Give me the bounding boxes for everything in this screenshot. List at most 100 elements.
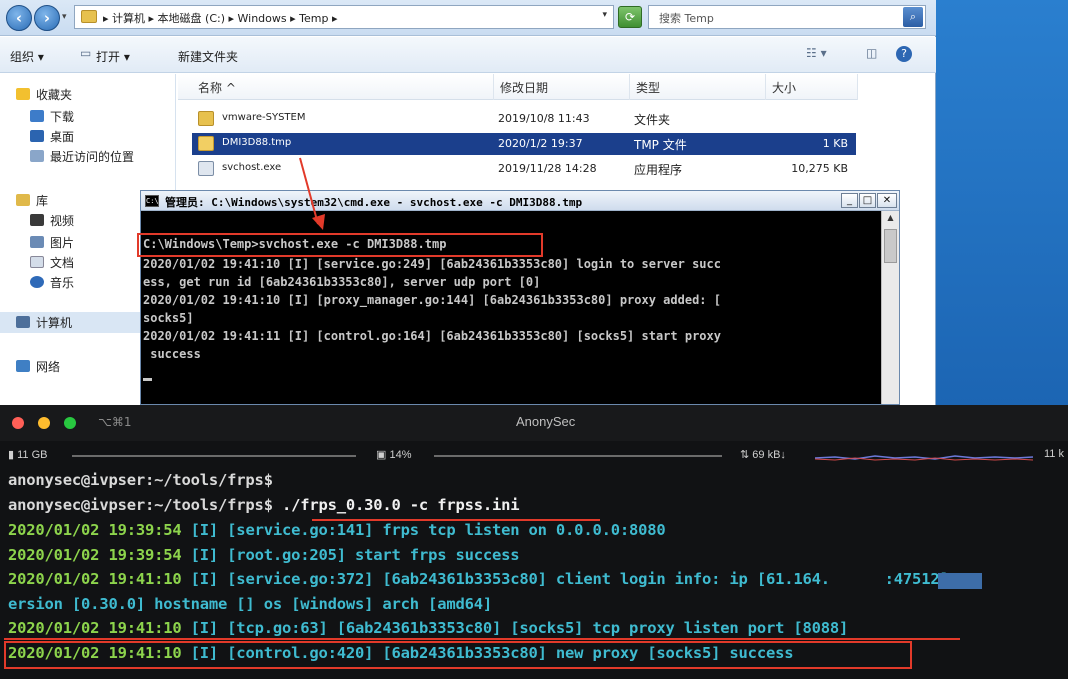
cmd-line: ess, get run id [6ab24361b3353c80], serv… bbox=[143, 275, 541, 289]
terminal-line: anonysec@ivpser:~/tools/frps$ bbox=[8, 471, 273, 489]
folder-icon bbox=[81, 10, 97, 23]
terminal-log-line: 2020/01/02 19:39:54 [I] [root.go:205] st… bbox=[8, 546, 520, 564]
nav-network[interactable]: 网络 bbox=[16, 358, 60, 375]
file-row[interactable]: svchost.exe 2019/11/28 14:28 应用程序 10,275… bbox=[192, 158, 856, 180]
nav-desktop[interactable]: 桌面 bbox=[30, 128, 74, 145]
log-message: ersion [0.30.0] hostname [] os [windows]… bbox=[8, 595, 492, 613]
view-options-icon[interactable]: ☷ ▾ bbox=[806, 46, 827, 60]
nav-libraries-label: 库 bbox=[36, 194, 49, 208]
file-size: 10,275 KB bbox=[791, 162, 848, 175]
prompt: anonysec@ivpser:~/tools/frps$ bbox=[8, 471, 273, 489]
cmd-scrollbar[interactable]: ▲ bbox=[881, 211, 899, 404]
nav-documents[interactable]: 文档 bbox=[30, 254, 74, 271]
open-button[interactable]: 打开 ▾ bbox=[96, 48, 130, 65]
new-folder-button[interactable]: 新建文件夹 bbox=[178, 48, 238, 65]
network-value: 69 kB↓ bbox=[752, 449, 786, 461]
nav-downloads[interactable]: 下载 bbox=[30, 108, 74, 125]
forward-button[interactable]: › bbox=[34, 5, 60, 31]
refresh-button[interactable]: ⟳ bbox=[618, 6, 642, 28]
address-path[interactable]: ▸ 计算机 ▸ 本地磁盘 (C:) ▸ Windows ▸ Temp ▸ bbox=[103, 10, 337, 26]
exe-file-icon bbox=[198, 161, 214, 176]
nav-computer-label: 计算机 bbox=[36, 316, 73, 330]
cmd-line: 2020/01/02 19:41:11 [I] [control.go:164]… bbox=[143, 329, 721, 343]
music-icon bbox=[30, 276, 44, 288]
nav-videos[interactable]: 视频 bbox=[30, 212, 74, 229]
log-message: [I] [service.go:141] frps tcp listen on … bbox=[181, 521, 666, 539]
search-placeholder: 搜索 Temp bbox=[659, 12, 714, 25]
cmd-cursor bbox=[143, 378, 152, 381]
log-timestamp: 2020/01/02 19:41:10 bbox=[8, 570, 182, 588]
command-toolbar: 组织 ▾ ▭ 打开 ▾ 新建文件夹 ☷ ▾ ◫ ? bbox=[0, 37, 936, 73]
search-input[interactable]: 搜索 Temp ⌕ bbox=[648, 5, 926, 29]
column-size[interactable]: 大小 bbox=[766, 74, 858, 100]
nav-libraries[interactable]: 库 bbox=[16, 192, 48, 209]
cmd-line: socks5] bbox=[143, 311, 194, 325]
terminal-log-line: 2020/01/02 19:39:54 [I] [service.go:141]… bbox=[8, 521, 666, 539]
nav-documents-label: 文档 bbox=[50, 256, 75, 270]
nav-pictures-label: 图片 bbox=[50, 236, 75, 250]
annotation-underline-tcp bbox=[4, 638, 960, 640]
maximize-button[interactable]: □ bbox=[859, 193, 876, 208]
back-button[interactable]: ‹ bbox=[6, 5, 32, 31]
search-icon[interactable]: ⌕ bbox=[903, 7, 923, 27]
nav-music[interactable]: 音乐 bbox=[30, 274, 74, 291]
nav-favorites[interactable]: 收藏夹 bbox=[16, 86, 72, 103]
log-message: [I] [root.go:205] start frps success bbox=[181, 546, 520, 564]
minimize-button[interactable]: _ bbox=[841, 193, 858, 208]
frps-command: ./frps_0.30.0 -c frpss.ini bbox=[272, 496, 520, 514]
memory-icon: ▮ bbox=[8, 449, 18, 461]
terminal-title: AnonySec bbox=[516, 414, 576, 429]
terminal-log-line: ersion [0.30.0] hostname [] os [windows]… bbox=[8, 595, 492, 613]
computer-icon bbox=[16, 316, 30, 328]
nav-pictures[interactable]: 图片 bbox=[30, 234, 74, 251]
tmp-file-icon bbox=[198, 136, 214, 151]
help-icon[interactable]: ? bbox=[896, 46, 912, 62]
desktop-icon bbox=[30, 130, 44, 142]
file-size: 1 KB bbox=[822, 137, 848, 150]
zoom-dot-icon[interactable] bbox=[64, 417, 76, 429]
desktop-background bbox=[936, 0, 1068, 405]
cmd-window[interactable]: C:\ 管理员: C:\Windows\system32\cmd.exe - s… bbox=[137, 190, 900, 405]
terminal-window[interactable]: ⌥⌘1 AnonySec ▮ 11 GB ▣ 14% ⇅ 69 kB↓ 11 k… bbox=[0, 405, 1068, 679]
file-row[interactable]: vmware-SYSTEM 2019/10/8 11:43 文件夹 bbox=[192, 108, 856, 130]
log-message: [I] [tcp.go:63] [6ab24361b3353c80] [sock… bbox=[181, 619, 849, 637]
nav-favorites-label: 收藏夹 bbox=[36, 88, 73, 102]
cmd-icon: C:\ bbox=[145, 195, 159, 207]
file-date: 2019/11/28 14:28 bbox=[498, 162, 597, 175]
nav-recent[interactable]: 最近访问的位置 bbox=[30, 148, 134, 165]
prompt: anonysec@ivpser:~/tools/frps$ bbox=[8, 496, 273, 514]
column-name[interactable]: 名称 ^ bbox=[178, 74, 494, 100]
nav-desktop-label: 桌面 bbox=[50, 130, 75, 144]
memory-stat: ▮ 11 GB bbox=[8, 448, 47, 461]
scroll-up-icon[interactable]: ▲ bbox=[884, 213, 897, 226]
cmd-title-bar[interactable]: C:\ 管理员: C:\Windows\system32\cmd.exe - s… bbox=[141, 191, 899, 211]
preview-pane-icon[interactable]: ◫ bbox=[866, 46, 877, 60]
minimize-dot-icon[interactable] bbox=[38, 417, 50, 429]
column-date[interactable]: 修改日期 bbox=[494, 74, 630, 100]
nav-recent-label: 最近访问的位置 bbox=[50, 150, 135, 164]
address-dropdown-icon[interactable]: ▾ bbox=[602, 10, 607, 20]
nav-music-label: 音乐 bbox=[50, 276, 75, 290]
close-button[interactable]: ✕ bbox=[877, 193, 897, 208]
folder-icon bbox=[198, 111, 214, 126]
organize-button[interactable]: 组织 ▾ bbox=[10, 48, 44, 65]
scroll-thumb[interactable] bbox=[884, 229, 897, 263]
column-type[interactable]: 类型 bbox=[630, 74, 766, 100]
cpu-value: 14% bbox=[389, 449, 412, 461]
nav-downloads-label: 下载 bbox=[50, 110, 75, 124]
network-value-right: 11 k bbox=[1044, 448, 1064, 460]
close-dot-icon[interactable] bbox=[12, 417, 24, 429]
documents-icon bbox=[30, 256, 44, 268]
address-bar[interactable]: ▸ 计算机 ▸ 本地磁盘 (C:) ▸ Windows ▸ Temp ▸ ▾ bbox=[74, 5, 614, 29]
file-row[interactable]: DMI3D88.tmp 2020/1/2 19:37 TMP 文件 1 KB bbox=[192, 133, 856, 155]
network-graph bbox=[815, 455, 1033, 461]
file-name: svchost.exe bbox=[222, 162, 282, 173]
star-icon bbox=[16, 88, 30, 100]
redacted-ip-mask bbox=[938, 573, 982, 589]
file-list-header: 名称 ^ 修改日期 类型 大小 bbox=[178, 74, 858, 100]
memory-bar bbox=[72, 455, 356, 457]
log-timestamp: 2020/01/02 19:41:10 bbox=[8, 619, 182, 637]
terminal-title-bar[interactable]: ⌥⌘1 AnonySec bbox=[0, 405, 1068, 441]
recent-pages-dropdown-icon[interactable]: ▾ bbox=[62, 12, 67, 22]
terminal-log-line: 2020/01/02 19:41:10 [I] [tcp.go:63] [6ab… bbox=[8, 619, 848, 637]
